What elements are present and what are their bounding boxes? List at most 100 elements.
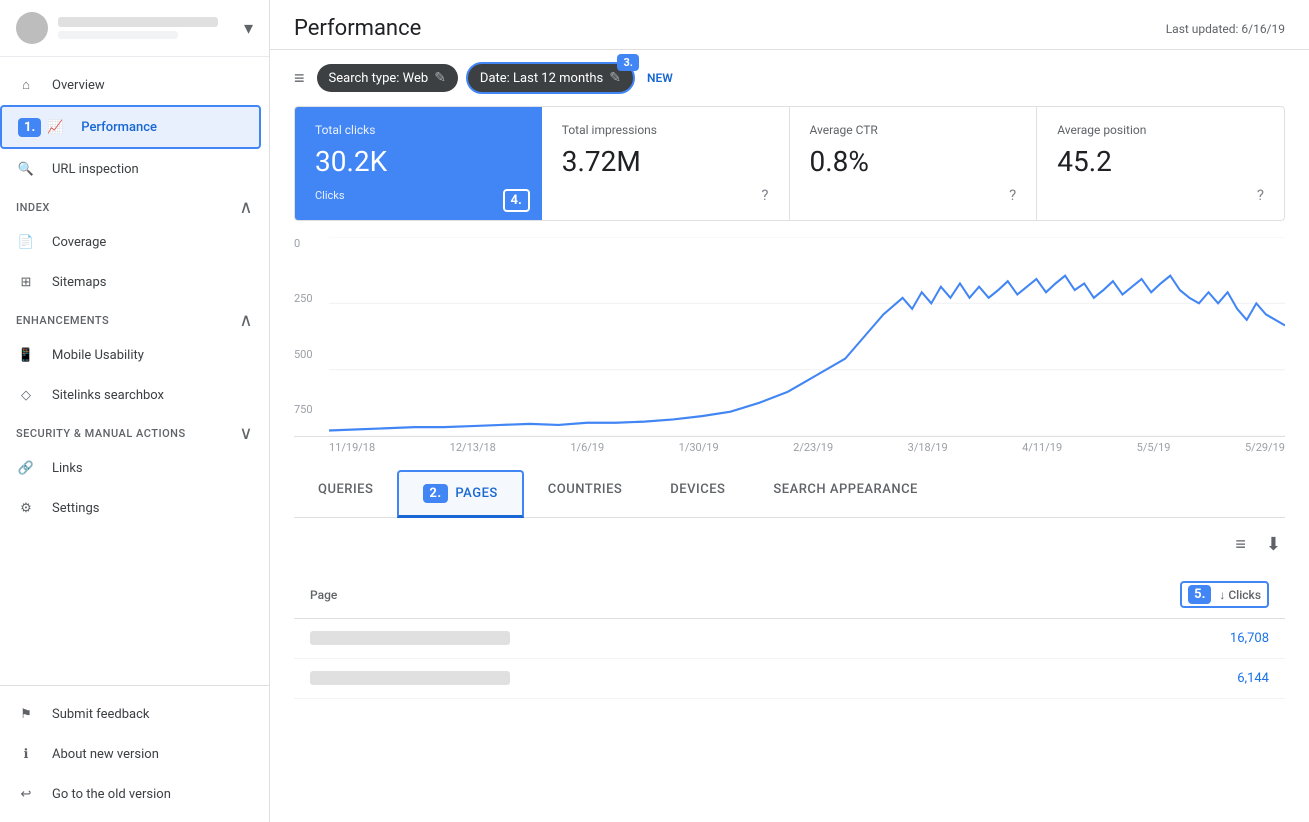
date-chip[interactable]: 3. Date: Last 12 months ✎	[466, 62, 635, 94]
y-label-0: 0	[294, 237, 329, 250]
enhancements-chevron[interactable]: ∧	[239, 310, 253, 331]
tab-devices[interactable]: DEVICES	[646, 470, 749, 518]
metric-card-ctr[interactable]: Average CTR 0.8% ?	[790, 107, 1038, 220]
sidebar-item-settings[interactable]: ⚙ Settings	[0, 488, 261, 528]
tab-queries[interactable]: QUERIES	[294, 470, 397, 518]
last-updated: Last updated: 6/16/19	[1166, 22, 1285, 36]
blurred-url-2	[310, 671, 510, 685]
tab-pages[interactable]: 2. PAGES	[397, 470, 523, 518]
tab-search-appearance[interactable]: SEARCH APPEARANCE	[749, 470, 942, 518]
col-clicks: 5. ↓ Clicks	[946, 571, 1285, 619]
metric-card-clicks[interactable]: Total clicks 30.2K Clicks ? 4.	[295, 107, 542, 220]
x-label-2: 12/13/18	[450, 441, 496, 454]
index-chevron[interactable]: ∧	[239, 197, 253, 218]
metric-impressions-label: Total impressions	[562, 123, 769, 137]
sidebar: ▾ ⌂ Overview 1. 📈 Performance 🔍 URL insp…	[0, 0, 270, 822]
x-label-4: 1/30/19	[679, 441, 719, 454]
sitelinks-label: Sitelinks searchbox	[52, 388, 164, 403]
blurred-url-1	[310, 631, 510, 645]
sidebar-item-submit-feedback[interactable]: ⚑ Submit feedback	[0, 694, 261, 734]
annotation-badge-2: 2.	[423, 484, 447, 503]
filter-rows-icon[interactable]: ≡	[1231, 530, 1250, 559]
annotation-badge-1: 1.	[18, 118, 41, 137]
annotation-badge-4: 4.	[503, 189, 530, 212]
sidebar-expand-icon[interactable]: ▾	[244, 18, 253, 39]
chart-area: 750 500 250 0 11/19/18 12/13/18 1/6/19 1…	[270, 221, 1309, 454]
exit-icon: ↩	[16, 784, 36, 804]
security-section-label: Security & Manual Actions ∨	[0, 415, 269, 448]
main-content: Performance Last updated: 6/16/19 ≡ Sear…	[270, 0, 1309, 822]
info-icon: ℹ	[16, 744, 36, 764]
search-icon: 🔍	[16, 159, 36, 179]
metric-card-impressions[interactable]: Total impressions 3.72M ?	[542, 107, 790, 220]
index-section-label: Index ∧	[0, 189, 269, 222]
sidebar-item-links[interactable]: 🔗 Links	[0, 448, 261, 488]
sitemaps-label: Sitemaps	[52, 275, 107, 290]
settings-label: Settings	[52, 501, 99, 516]
sidebar-item-overview[interactable]: ⌂ Overview	[0, 65, 261, 105]
page-cell-2	[294, 659, 946, 699]
tab-countries[interactable]: COUNTRIES	[524, 470, 647, 518]
diamond-icon: ◇	[16, 385, 36, 405]
col-page: Page	[294, 571, 946, 619]
sidebar-item-url-inspection[interactable]: 🔍 URL inspection	[0, 149, 261, 189]
metric-position-label: Average position	[1057, 123, 1264, 137]
doc-icon: 📄	[16, 232, 36, 252]
security-chevron[interactable]: ∨	[239, 423, 253, 444]
home-icon: ⌂	[16, 75, 36, 95]
sidebar-header: ▾	[0, 0, 269, 57]
x-label-9: 5/29/19	[1245, 441, 1285, 454]
sidebar-item-url-label: URL inspection	[52, 162, 139, 177]
sidebar-item-sitelinks[interactable]: ◇ Sitelinks searchbox	[0, 375, 261, 415]
page-title: Performance	[294, 16, 421, 41]
metric-clicks-value: 30.2K	[315, 145, 522, 178]
table-row: 6,144	[294, 659, 1285, 699]
table-row: 16,708	[294, 619, 1285, 659]
sidebar-item-sitemaps[interactable]: ⊞ Sitemaps	[0, 262, 261, 302]
metric-clicks-label: Total clicks	[315, 123, 522, 137]
enhancements-section-label: Enhancements ∧	[0, 302, 269, 335]
table-toolbar: ≡ ⬇	[294, 518, 1285, 571]
date-edit-icon: ✎	[609, 70, 621, 86]
metric-ctr-help-icon[interactable]: ?	[1009, 186, 1016, 204]
sidebar-item-coverage[interactable]: 📄 Coverage	[0, 222, 261, 262]
links-label: Links	[52, 461, 83, 476]
pages-table: Page 5. ↓ Clicks	[294, 571, 1285, 699]
metric-position-help-icon[interactable]: ?	[1257, 186, 1264, 204]
new-badge: NEW	[647, 71, 673, 85]
tabs-section: QUERIES 2. PAGES COUNTRIES DEVICES SEARC…	[270, 470, 1309, 699]
metric-card-position[interactable]: Average position 45.2 ?	[1037, 107, 1284, 220]
sidebar-item-performance[interactable]: 1. 📈 Performance	[0, 105, 261, 149]
about-new-version-label: About new version	[52, 747, 159, 762]
metric-position-value: 45.2	[1057, 145, 1264, 178]
search-type-edit-icon: ✎	[434, 70, 446, 86]
chart-x-labels: 11/19/18 12/13/18 1/6/19 1/30/19 2/23/19…	[294, 437, 1285, 454]
sidebar-item-overview-label: Overview	[52, 78, 105, 93]
metric-ctr-value: 0.8%	[810, 145, 1017, 178]
links-icon: 🔗	[16, 458, 36, 478]
filter-icon[interactable]: ≡	[294, 68, 305, 89]
download-icon[interactable]: ⬇	[1262, 530, 1285, 559]
tabs-bar: QUERIES 2. PAGES COUNTRIES DEVICES SEARC…	[294, 470, 1285, 518]
x-label-5: 2/23/19	[793, 441, 833, 454]
sidebar-item-mobile-usability[interactable]: 📱 Mobile Usability	[0, 335, 261, 375]
submit-feedback-label: Submit feedback	[52, 707, 149, 722]
metric-clicks-sub: Clicks	[315, 189, 345, 202]
mobile-usability-label: Mobile Usability	[52, 348, 144, 363]
chart-icon: 📈	[45, 117, 65, 137]
sidebar-nav: ⌂ Overview 1. 📈 Performance 🔍 URL inspec…	[0, 57, 269, 685]
search-type-chip[interactable]: Search type: Web ✎	[317, 64, 458, 92]
gear-icon: ⚙	[16, 498, 36, 518]
sidebar-item-go-old-version[interactable]: ↩ Go to the old version	[0, 774, 261, 814]
metric-impressions-help-icon[interactable]: ?	[761, 186, 768, 204]
coverage-label: Coverage	[52, 235, 106, 250]
phone-icon: 📱	[16, 345, 36, 365]
clicks-cell-2: 6,144	[946, 659, 1285, 699]
y-label-250: 250	[294, 292, 329, 305]
col-clicks-header: 5. ↓ Clicks	[1180, 581, 1269, 608]
sidebar-item-about-new-version[interactable]: ℹ About new version	[0, 734, 261, 774]
performance-chart	[329, 237, 1285, 436]
flag-icon: ⚑	[16, 704, 36, 724]
x-label-7: 4/11/19	[1022, 441, 1062, 454]
chart-container: 750 500 250 0	[294, 237, 1285, 437]
